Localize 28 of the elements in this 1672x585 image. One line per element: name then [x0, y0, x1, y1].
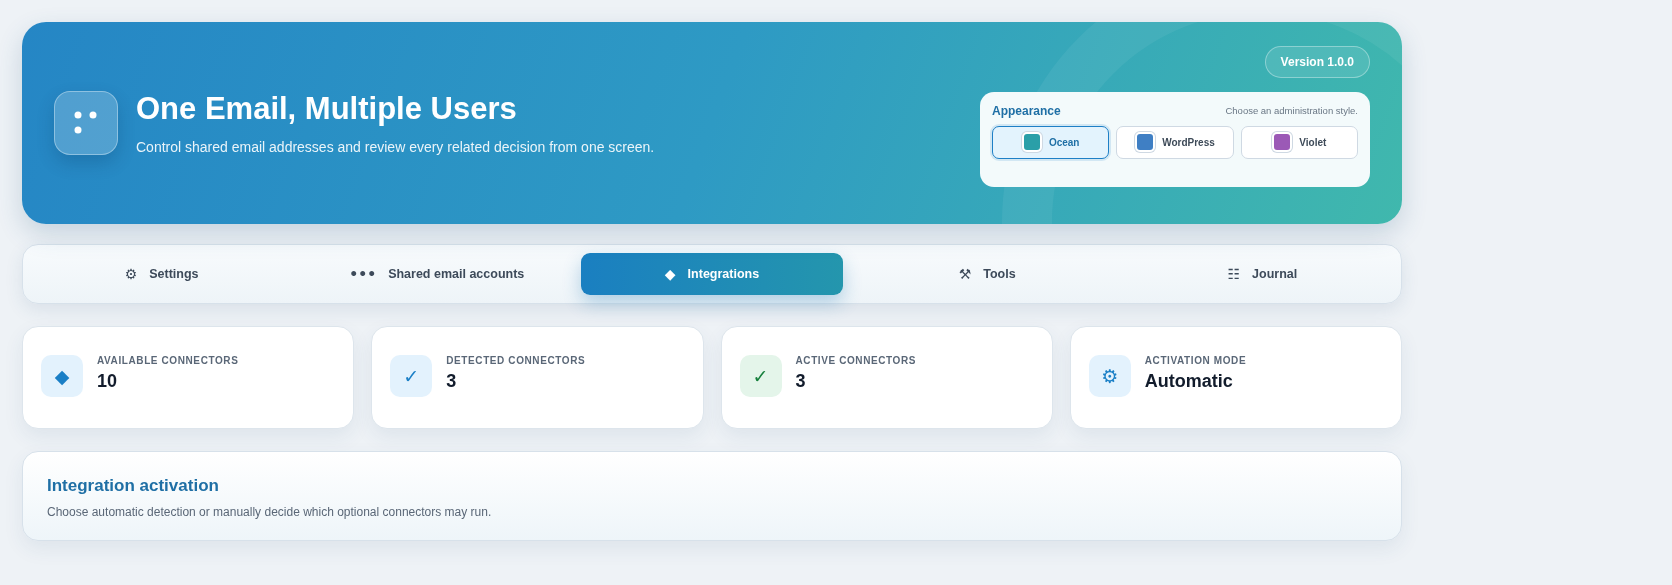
version-badge: Version 1.0.0 [1264, 45, 1370, 78]
app-title: One Email, Multiple Users [136, 91, 518, 127]
stat-icon: ⚙ [1088, 354, 1131, 397]
nav-tab[interactable]: ••• Shared email accounts [306, 253, 568, 295]
stat-icon: ✓ [390, 354, 433, 397]
stat-value: 3 [795, 371, 807, 392]
stat-value: 3 [446, 371, 458, 392]
stat-label: AVAILABLE CONNECTORS [97, 355, 239, 366]
panel-description: Choose automatic detection or manually decide which optional connectors may run. [47, 505, 493, 519]
panel-title: Integration activation [47, 476, 220, 496]
nav-tab[interactable]: ◆ Integrations [581, 253, 843, 295]
nav-tab[interactable]: ⚒ Tools [856, 253, 1118, 295]
theme-option[interactable]: Ocean [992, 125, 1110, 159]
appearance-hint: Choose an administration style. [1225, 105, 1358, 116]
stat-label: ACTIVE CONNECTORS [795, 355, 917, 366]
stat-icon: ◆ [41, 354, 83, 397]
app-subtitle: Control shared email addresses and review every related decision from one screen. [136, 139, 656, 155]
appearance-title: Appearance [992, 103, 1061, 118]
stat-icon: ✓ [739, 354, 782, 397]
stat-label: ACTIVATION MODE [1144, 355, 1247, 366]
stat-value: Automatic [1144, 371, 1234, 392]
nav-tab[interactable]: ⚙ Settings [31, 253, 293, 295]
stat-label: DETECTED CONNECTORS [446, 355, 586, 366]
theme-option[interactable]: WordPress [1116, 125, 1234, 159]
theme-option[interactable]: Violet [1240, 125, 1358, 159]
stat-value: 10 [97, 371, 119, 392]
nav-tab[interactable]: ☷ Journal [1131, 253, 1393, 295]
logo-icon [54, 91, 118, 155]
